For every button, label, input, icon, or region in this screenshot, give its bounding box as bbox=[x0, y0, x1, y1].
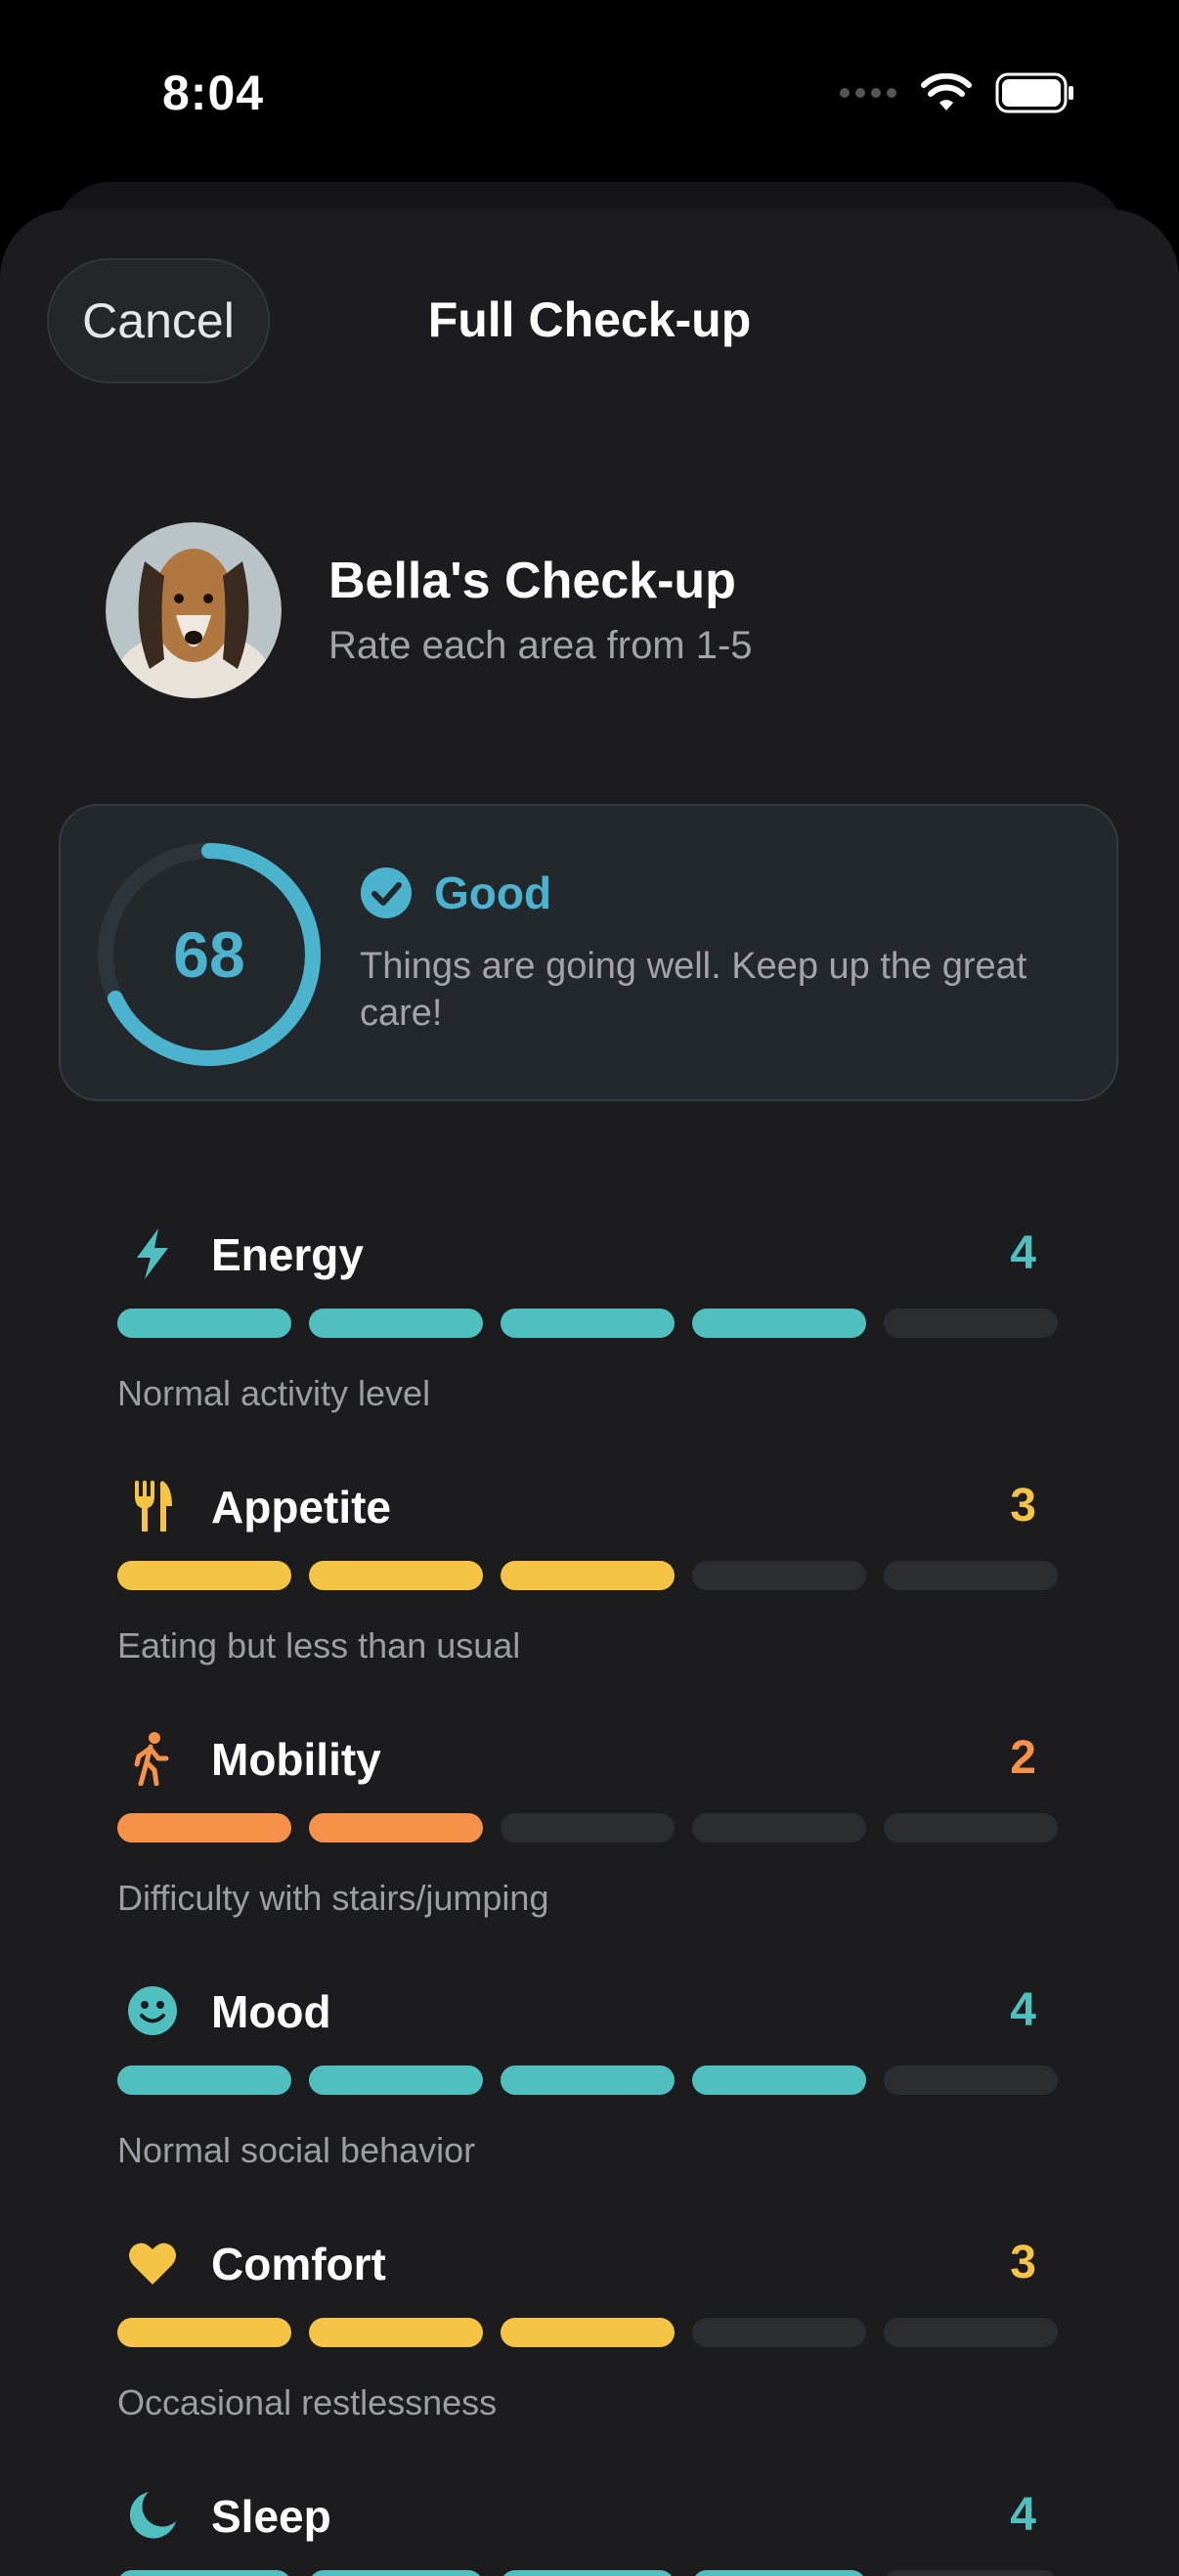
rating-bar[interactable] bbox=[117, 2065, 1058, 2095]
metric-name: Comfort bbox=[211, 2239, 386, 2289]
wifi-icon bbox=[921, 73, 972, 111]
metric-value: 3 bbox=[1010, 1480, 1036, 1532]
metric-value: 2 bbox=[1010, 1732, 1036, 1784]
metric-value: 4 bbox=[1010, 1227, 1036, 1279]
walking-person-icon bbox=[125, 1731, 180, 1786]
metric-description: Eating but less than usual bbox=[117, 1625, 521, 1666]
rating-segment-2[interactable] bbox=[309, 2570, 483, 2576]
rating-segment-2[interactable] bbox=[309, 2318, 483, 2347]
metric-value: 4 bbox=[1010, 1984, 1036, 2036]
rating-segment-5[interactable] bbox=[884, 1309, 1058, 1338]
rating-segment-4[interactable] bbox=[692, 2065, 866, 2095]
rating-segment-5[interactable] bbox=[884, 2065, 1058, 2095]
metric-comfort: Comfort 3 Occasional restlessness bbox=[117, 2236, 1064, 2431]
rating-segment-1[interactable] bbox=[117, 1561, 291, 1590]
lightning-icon bbox=[125, 1226, 180, 1281]
rating-segment-1[interactable] bbox=[117, 2570, 291, 2576]
rating-segment-4[interactable] bbox=[692, 2570, 866, 2576]
profile-name: Bella's Check-up bbox=[328, 553, 736, 609]
metric-appetite: Appetite 3 Eating but less than usual bbox=[117, 1479, 1064, 1674]
metric-name: Mood bbox=[211, 1986, 331, 2037]
status-icons bbox=[839, 72, 1075, 113]
rating-segment-1[interactable] bbox=[117, 1309, 291, 1338]
battery-icon bbox=[995, 72, 1073, 113]
rating-segment-3[interactable] bbox=[501, 1561, 675, 1590]
rating-segment-2[interactable] bbox=[309, 2065, 483, 2095]
rating-segment-3[interactable] bbox=[501, 1813, 675, 1843]
metric-description: Normal activity level bbox=[117, 1373, 431, 1413]
metric-name: Mobility bbox=[211, 1734, 381, 1785]
page-title: Full Check-up bbox=[427, 292, 752, 347]
metric-description: Occasional restlessness bbox=[117, 2382, 498, 2422]
rating-segment-3[interactable] bbox=[501, 2065, 675, 2095]
status-bar: 8:04 bbox=[0, 0, 1179, 186]
rating-bar[interactable] bbox=[117, 1813, 1058, 1843]
rating-segment-3[interactable] bbox=[501, 2318, 675, 2347]
metric-energy: Energy 4 Normal activity level bbox=[117, 1226, 1064, 1422]
metric-name: Appetite bbox=[211, 1482, 391, 1532]
checkmark-circle-icon bbox=[361, 867, 412, 918]
rating-bar[interactable] bbox=[117, 1309, 1058, 1338]
fork-knife-icon bbox=[125, 1479, 180, 1533]
rating-segment-2[interactable] bbox=[309, 1561, 483, 1590]
rating-segment-5[interactable] bbox=[884, 2570, 1058, 2576]
profile-subtitle: Rate each area from 1-5 bbox=[328, 624, 753, 667]
smiley-face-icon bbox=[125, 1983, 180, 2038]
heart-icon bbox=[125, 2236, 180, 2290]
moon-icon bbox=[125, 2488, 180, 2543]
rating-bar[interactable] bbox=[117, 2318, 1058, 2347]
metric-mobility: Mobility 2 Difficulty with stairs/jumping bbox=[117, 1731, 1064, 1927]
rating-bar[interactable] bbox=[117, 2570, 1058, 2576]
rating-segment-5[interactable] bbox=[884, 1813, 1058, 1843]
rating-bar[interactable] bbox=[117, 1561, 1058, 1590]
rating-segment-3[interactable] bbox=[501, 1309, 675, 1338]
rating-segment-5[interactable] bbox=[884, 2318, 1058, 2347]
rating-segment-5[interactable] bbox=[884, 1561, 1058, 1590]
score-description: Things are going well. Keep up the great… bbox=[360, 946, 1027, 1034]
rating-segment-2[interactable] bbox=[309, 1309, 483, 1338]
rating-segment-3[interactable] bbox=[501, 2570, 675, 2576]
metric-name: Energy bbox=[211, 1229, 364, 1280]
metric-description: Normal social behavior bbox=[117, 2130, 476, 2170]
cellular-signal-icon bbox=[840, 88, 896, 98]
metric-sleep: Sleep 4 bbox=[117, 2488, 1064, 2576]
metric-value: 3 bbox=[1010, 2237, 1036, 2288]
score-status: Good bbox=[434, 867, 552, 918]
rating-segment-2[interactable] bbox=[309, 1813, 483, 1843]
rating-segment-4[interactable] bbox=[692, 1561, 866, 1590]
rating-segment-4[interactable] bbox=[692, 2318, 866, 2347]
rating-segment-1[interactable] bbox=[117, 1813, 291, 1843]
rating-segment-1[interactable] bbox=[117, 2318, 291, 2347]
metric-mood: Mood 4 Normal social behavior bbox=[117, 1983, 1064, 2179]
checkup-sheet: Cancel Full Check-up Bella's Check-up Ra… bbox=[0, 209, 1179, 2576]
rating-segment-4[interactable] bbox=[692, 1309, 866, 1338]
metric-name: Sleep bbox=[211, 2491, 331, 2542]
score-card: 68 Good Things are going well. Keep up t… bbox=[59, 804, 1118, 1101]
metric-description: Difficulty with stairs/jumping bbox=[117, 1878, 549, 1918]
metric-value: 4 bbox=[1010, 2489, 1036, 2541]
score-value: 68 bbox=[173, 918, 245, 991]
rating-segment-1[interactable] bbox=[117, 2065, 291, 2095]
status-time: 8:04 bbox=[162, 66, 265, 120]
rating-segment-4[interactable] bbox=[692, 1813, 866, 1843]
pet-avatar bbox=[106, 522, 282, 698]
